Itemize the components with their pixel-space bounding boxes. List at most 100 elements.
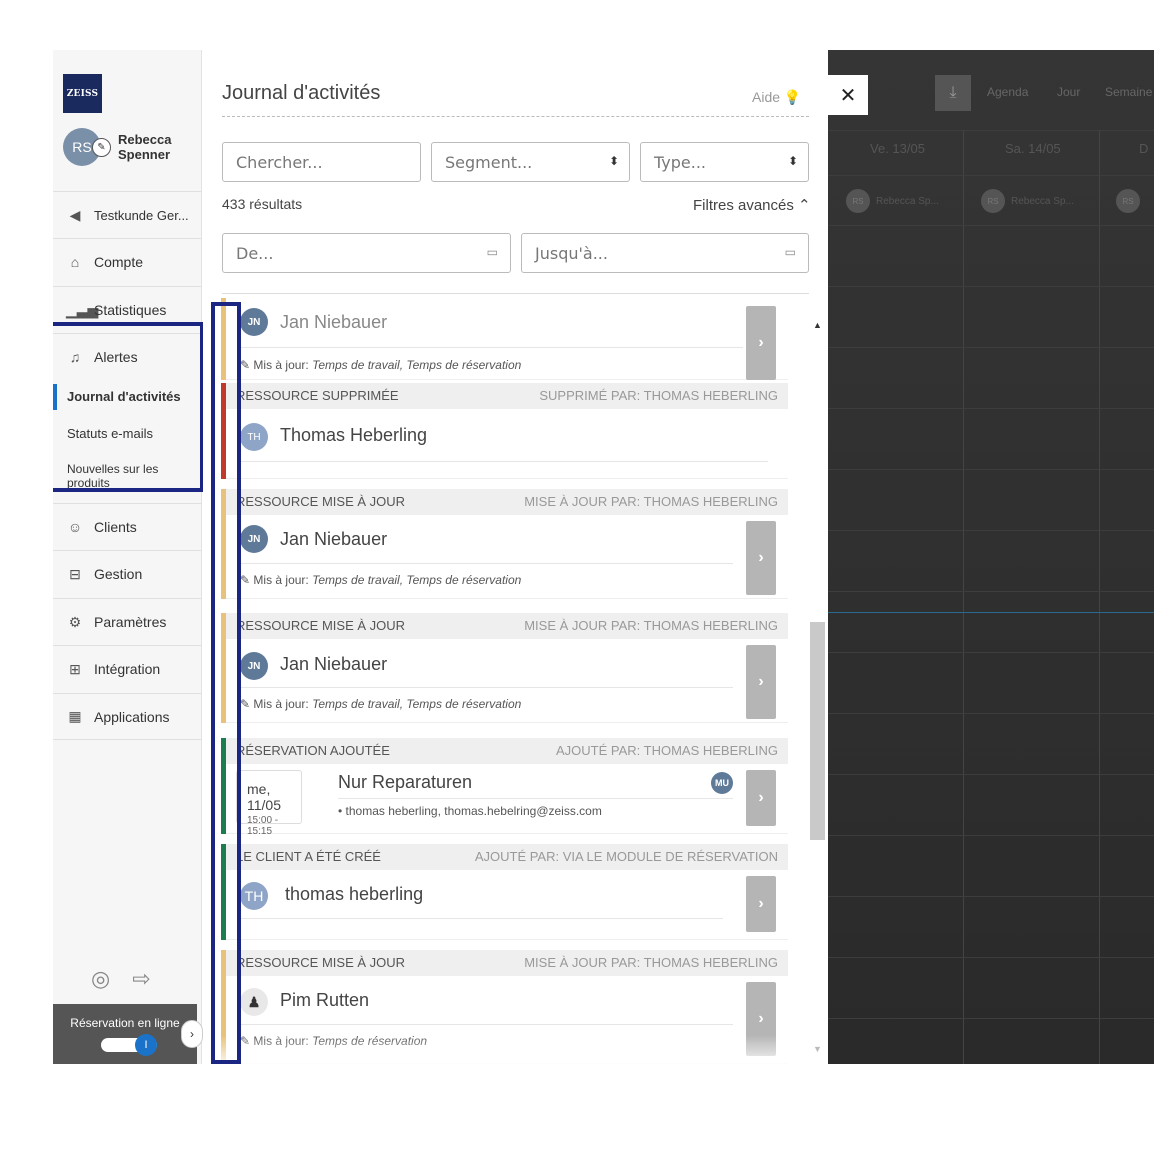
- open-entry-button[interactable]: ›: [746, 306, 776, 380]
- update-label: Mis à jour:: [253, 1034, 309, 1048]
- tab-agenda[interactable]: Agenda: [987, 85, 1028, 99]
- update-label: Mis à jour:: [253, 358, 309, 372]
- scroll-down-icon[interactable]: ▼: [813, 1044, 822, 1054]
- type-select[interactable]: Type... ⬍: [640, 142, 809, 182]
- open-entry-button[interactable]: ›: [746, 521, 776, 595]
- help-lifebuoy-icon[interactable]: ◎: [91, 966, 110, 992]
- advanced-filters-toggle[interactable]: Filtres avancés ⌃: [693, 196, 811, 214]
- sidebar-item-integration[interactable]: ⊞ Intégration: [53, 645, 202, 692]
- scroll-up-icon[interactable]: ▲: [813, 320, 822, 330]
- download-button[interactable]: ⤓: [935, 75, 971, 111]
- entry-author: AJOUTÉ PAR: VIA LE MODULE DE RÉSERVATION: [474, 849, 778, 864]
- sidebar-item-statistiques[interactable]: ▁▃▅ Statistiques: [53, 286, 202, 333]
- app-window: ZEISS RS ✎ Rebecca Spenner ◀ Testkunde G…: [53, 50, 1154, 1064]
- grid-line: [828, 1018, 1154, 1019]
- segment-select[interactable]: Segment... ⬍: [431, 142, 630, 182]
- logout-icon[interactable]: ⇨: [132, 966, 150, 992]
- user-profile[interactable]: RS ✎ Rebecca Spenner: [63, 128, 198, 168]
- sidebar-item-clients[interactable]: ☺ Clients: [53, 503, 202, 550]
- avatar: JN: [240, 308, 268, 336]
- sidebar-subitem-nouvelles[interactable]: Nouvelles sur les produits: [53, 462, 173, 488]
- collapse-sidebar-button[interactable]: ›: [181, 1020, 203, 1048]
- entry-author: MISE À JOUR PAR: THOMAS HEBERLING: [524, 955, 778, 970]
- entry-type: RÉSERVATION AJOUTÉE: [236, 743, 390, 758]
- grid-line: [828, 469, 1154, 470]
- entry-update: ✎ Mis à jour: Temps de travail, Temps de…: [240, 697, 521, 711]
- date-from-input[interactable]: De... ▭: [222, 233, 511, 273]
- avatar: RS: [1116, 189, 1140, 213]
- calendar-resource-chip[interactable]: RS: [1116, 188, 1154, 214]
- avatar: JN: [240, 525, 268, 553]
- chip-label: Rebecca Sp...: [1011, 195, 1074, 207]
- sidebar-item-label: Alertes: [94, 349, 138, 365]
- toggle-knob: I: [135, 1034, 157, 1056]
- list-item: LE CLIENT A ÉTÉ CRÉÉ AJOUTÉ PAR: VIA LE …: [221, 844, 788, 940]
- online-booking-toggle[interactable]: I: [101, 1034, 157, 1056]
- edit-profile-icon[interactable]: ✎: [92, 138, 111, 157]
- calendar-background: ✕ ⤓ Agenda Jour Semaine Ve. 13/05 Sa. 14…: [828, 50, 1154, 1064]
- grid-line: [828, 713, 1154, 714]
- avatar: TH: [240, 423, 268, 451]
- calendar-resource-chip[interactable]: RS Rebecca Sp...: [846, 188, 966, 214]
- day-header: Sa. 14/05: [1005, 141, 1061, 156]
- sidebar: ZEISS RS ✎ Rebecca Spenner ◀ Testkunde G…: [53, 50, 204, 1064]
- entry-name: Jan Niebauer: [280, 529, 388, 549]
- date-to-input[interactable]: Jusqu'à... ▭: [521, 233, 809, 273]
- sidebar-footer-icons: ◎ ⇨: [91, 966, 171, 992]
- entry-header: RESSOURCE MISE À JOUR MISE À JOUR PAR: T…: [226, 489, 788, 515]
- select-caret-icon: ⬍: [608, 154, 619, 168]
- bar-chart-icon: ▁▃▅: [66, 301, 99, 318]
- sidebar-item-alertes[interactable]: ♫ Alertes: [53, 333, 202, 380]
- grid-line: [828, 774, 1154, 775]
- entry-name: thomas heberling: [285, 884, 424, 904]
- sidebar-subitem-statuts[interactable]: Statuts e-mails: [53, 426, 202, 441]
- sidebar-item-label: Compte: [94, 254, 144, 270]
- list-item: RESSOURCE SUPPRIMÉE SUPPRIMÉ PAR: THOMAS…: [221, 383, 788, 479]
- calendar-icon: ▭: [486, 245, 498, 259]
- avatar: RS: [981, 189, 1005, 213]
- page-title: Journal d'activités: [222, 82, 381, 104]
- sidebar-item-compte[interactable]: ⌂ Compte: [53, 238, 202, 285]
- chip-label: Rebecca Sp...: [876, 195, 939, 207]
- person-icon: ☺: [67, 519, 83, 535]
- segment-placeholder: Segment...: [445, 152, 533, 172]
- sidebar-item-applications[interactable]: ▦ Applications: [53, 693, 202, 740]
- online-booking-label: Réservation en ligne: [70, 1016, 180, 1030]
- tab-jour[interactable]: Jour: [1057, 85, 1080, 99]
- activity-log-panel: Journal d'activités Aide 💡 Chercher... S…: [203, 50, 828, 1064]
- calendar-resource-chip[interactable]: RS Rebecca Sp...: [981, 188, 1101, 214]
- open-entry-button[interactable]: ›: [746, 982, 776, 1056]
- open-entry-button[interactable]: ›: [746, 645, 776, 719]
- grid-line: [828, 957, 1154, 958]
- entry-header: RESSOURCE MISE À JOUR MISE À JOUR PAR: T…: [226, 950, 788, 976]
- open-entry-button[interactable]: ›: [746, 876, 776, 932]
- person-photo-icon: ♟: [240, 988, 268, 1016]
- pencil-icon: ✎: [240, 1034, 251, 1048]
- list-item: RESSOURCE MISE À JOUR MISE À JOUR PAR: T…: [221, 489, 788, 599]
- sidebar-subitem-journal[interactable]: Journal d'activités: [53, 389, 202, 404]
- entry-body: JN Jan Niebauer ✎ Mis à jour: Temps de t…: [226, 298, 788, 380]
- sidebar-item-label: Testkunde Ger...: [94, 207, 189, 223]
- search-input[interactable]: Chercher...: [222, 142, 421, 182]
- select-caret-icon: ⬍: [787, 154, 798, 168]
- open-entry-button[interactable]: ›: [746, 770, 776, 826]
- results-count: 433 résultats: [222, 196, 303, 212]
- sidebar-item-gestion[interactable]: ⊟ Gestion: [53, 550, 202, 597]
- tab-semaine[interactable]: Semaine: [1105, 85, 1152, 99]
- entry-header: RÉSERVATION AJOUTÉE AJOUTÉ PAR: THOMAS H…: [226, 738, 788, 764]
- update-value: Temps de travail, Temps de réservation: [312, 573, 522, 587]
- chevron-up-icon: ⌃: [798, 197, 811, 214]
- scrollbar-thumb[interactable]: [810, 622, 825, 840]
- grid-line: [828, 408, 1154, 409]
- close-button[interactable]: ✕: [828, 75, 868, 115]
- calendar-icon: ▭: [784, 245, 796, 259]
- help-link[interactable]: Aide 💡: [752, 89, 801, 106]
- update-value: Temps de travail, Temps de réservation: [312, 697, 522, 711]
- grid-line: [828, 286, 1154, 287]
- entry-divider: [338, 798, 733, 799]
- sidebar-item-parametres[interactable]: ⚙ Paramètres: [53, 598, 202, 645]
- sidebar-item-back[interactable]: ◀ Testkunde Ger...: [53, 191, 202, 238]
- entry-divider: [238, 1024, 733, 1025]
- search-placeholder: Chercher...: [236, 152, 323, 172]
- entry-type: RESSOURCE MISE À JOUR: [236, 494, 406, 509]
